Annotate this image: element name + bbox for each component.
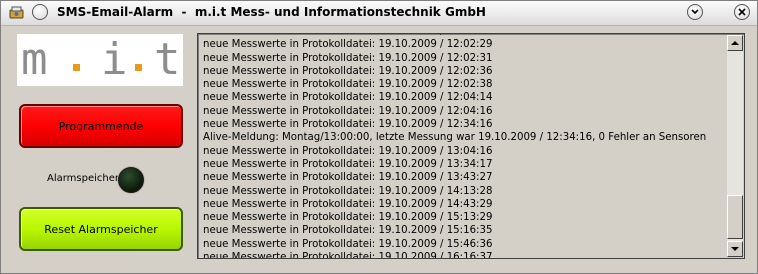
log-output[interactable]: neue Messwerte in Protokolldatei: 19.10.… bbox=[197, 33, 745, 259]
window-title: SMS-Email-Alarm - m.i.t Mess- und Inform… bbox=[57, 5, 486, 19]
log-line: neue Messwerte in Protokolldatei: 19.10.… bbox=[203, 198, 493, 210]
end-program-button[interactable]: Programmende bbox=[19, 104, 183, 148]
scroll-up-button[interactable] bbox=[727, 35, 743, 51]
alarm-indicator-led bbox=[118, 167, 144, 193]
title-bar[interactable]: SMS-Email-Alarm - m.i.t Mess- und Inform… bbox=[1, 1, 757, 26]
logo-letter-t: t bbox=[154, 34, 181, 85]
log-line: neue Messwerte in Protokolldatei: 19.10.… bbox=[203, 238, 493, 250]
log-line: neue Messwerte in Protokolldatei: 19.10.… bbox=[203, 225, 493, 237]
log-line: neue Messwerte in Protokolldatei: 19.10.… bbox=[203, 92, 493, 104]
arrow-up-icon bbox=[731, 41, 739, 45]
logo-dot bbox=[73, 64, 80, 71]
log-line: neue Messwerte in Protokolldatei: 19.10.… bbox=[203, 185, 493, 197]
arrow-down-icon bbox=[731, 247, 739, 251]
log-line: neue Messwerte in Protokolldatei: 19.10.… bbox=[203, 52, 493, 64]
log-line: neue Messwerte in Protokolldatei: 19.10.… bbox=[203, 172, 493, 184]
chevron-down-icon bbox=[691, 9, 699, 15]
logo-dot bbox=[135, 64, 142, 71]
log-line: neue Messwerte in Protokolldatei: 19.10.… bbox=[203, 158, 493, 170]
vertical-scrollbar[interactable] bbox=[727, 35, 743, 257]
log-line: Alive-Meldung: Montag/13:00:00, letzte M… bbox=[203, 132, 707, 144]
minimize-button[interactable] bbox=[687, 4, 703, 20]
scroll-thumb[interactable] bbox=[727, 195, 743, 239]
company-logo: m i t bbox=[17, 34, 183, 86]
log-line: neue Messwerte in Protokolldatei: 19.10.… bbox=[203, 65, 493, 77]
close-icon bbox=[738, 8, 746, 16]
app-icon[interactable] bbox=[8, 4, 26, 22]
log-line: neue Messwerte in Protokolldatei: 19.10.… bbox=[203, 39, 493, 51]
reset-alarm-button[interactable]: Reset Alarmspeicher bbox=[19, 207, 183, 251]
log-line: neue Messwerte in Protokolldatei: 19.10.… bbox=[203, 212, 493, 224]
log-line: neue Messwerte in Protokolldatei: 19.10.… bbox=[203, 105, 493, 117]
log-line: neue Messwerte in Protokolldatei: 19.10.… bbox=[203, 145, 493, 157]
log-line: neue Messwerte in Protokolldatei: 19.10.… bbox=[203, 119, 493, 131]
log-line: neue Messwerte in Protokolldatei: 19.10.… bbox=[203, 252, 493, 259]
log-line: neue Messwerte in Protokolldatei: 19.10.… bbox=[203, 79, 493, 91]
app-window: SMS-Email-Alarm - m.i.t Mess- und Inform… bbox=[0, 0, 758, 274]
window-menu-button[interactable] bbox=[32, 4, 48, 20]
logo-letter-m: m bbox=[21, 34, 48, 85]
close-button[interactable] bbox=[734, 4, 750, 20]
alarm-memory-label: Alarmspeicher bbox=[47, 173, 120, 184]
logo-letter-i: i bbox=[101, 34, 128, 85]
log-lines: neue Messwerte in Protokolldatei: 19.10.… bbox=[203, 34, 723, 259]
scroll-down-button[interactable] bbox=[727, 241, 743, 257]
